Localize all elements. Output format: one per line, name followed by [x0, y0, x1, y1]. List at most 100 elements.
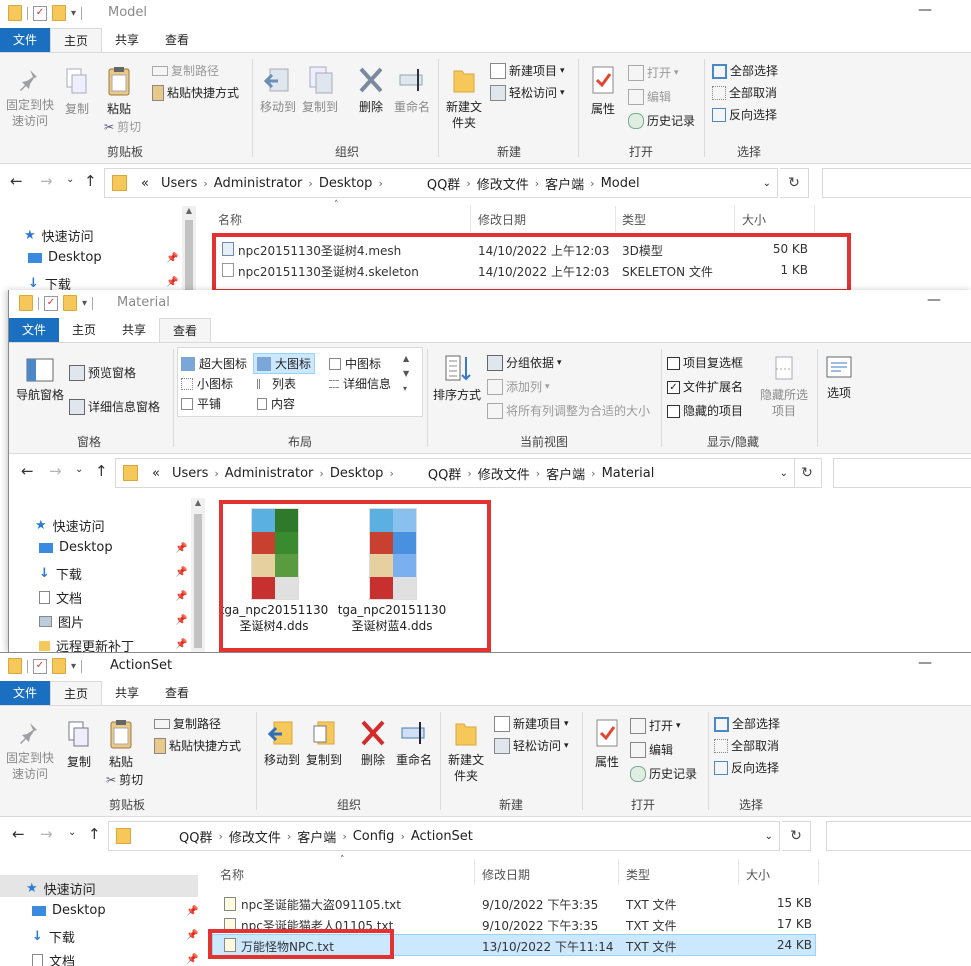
nav-remote-update[interactable]: 远程更新补丁	[39, 636, 134, 652]
cut-button[interactable]: ✂ 剪切	[106, 770, 143, 790]
group-by-button[interactable]: 分组依据 ▾	[487, 353, 562, 373]
customize-dropdown-icon[interactable]: ▾	[71, 8, 76, 19]
breadcrumb[interactable]: QQ群 › 修改文件 › 客户端 › Config › ActionSet ⌄	[108, 821, 780, 851]
item-checkboxes-toggle[interactable]: 项目复选框	[667, 353, 743, 373]
layout-content[interactable]: 内容	[257, 395, 295, 412]
tab-view[interactable]: 查看	[159, 318, 212, 342]
properties-check-icon[interactable]: ✓	[44, 295, 58, 311]
open-button[interactable]: 打开 ▾	[628, 63, 679, 83]
minimize-button[interactable]: —	[918, 655, 932, 671]
breadcrumb[interactable]: « Users › Administrator › Desktop › QQ群 › 修改…	[115, 458, 795, 488]
layout-tiles[interactable]: 平铺	[181, 395, 221, 412]
paste-button[interactable]: 粘贴	[102, 718, 140, 770]
layout-large-icons[interactable]: 大图标	[253, 353, 316, 374]
new-folder-icon[interactable]	[63, 295, 77, 311]
minimize-button[interactable]: —	[918, 2, 932, 18]
refresh-button[interactable]: ↻	[780, 168, 809, 198]
edit-button[interactable]: 编辑	[628, 87, 671, 107]
preview-pane-button[interactable]: 预览窗格	[69, 363, 136, 383]
history-button[interactable]: 历史记录	[628, 111, 695, 131]
refresh-button[interactable]: ↻	[782, 821, 811, 851]
tab-home[interactable]: 主页	[50, 28, 103, 52]
properties-button[interactable]: 属性	[586, 65, 620, 117]
paste-button[interactable]: 粘贴	[100, 65, 138, 117]
delete-button[interactable]: 删除	[354, 65, 388, 115]
gallery-scroll-icon[interactable]: ▲ ▼ ▾	[403, 351, 409, 396]
refresh-button[interactable]: ↻	[793, 458, 822, 488]
customize-dropdown-icon[interactable]: ▾	[71, 661, 76, 672]
column-date[interactable]: 修改日期	[482, 866, 530, 883]
search-input[interactable]	[822, 168, 971, 198]
new-folder-button[interactable]: 新建文件夹	[444, 65, 484, 131]
search-input[interactable]	[833, 458, 971, 488]
open-button[interactable]: 打开 ▾	[630, 716, 681, 736]
invert-selection-button[interactable]: 反向选择	[714, 758, 779, 778]
column-size[interactable]: 大小	[746, 866, 770, 883]
search-input[interactable]	[826, 821, 971, 851]
properties-check-icon[interactable]: ✓	[33, 658, 47, 674]
copy-to-button[interactable]: 复制到	[300, 65, 340, 115]
back-button[interactable]: ←	[10, 172, 23, 190]
select-none-button[interactable]: 全部取消	[714, 736, 779, 756]
tab-file[interactable]: 文件	[0, 681, 51, 705]
copy-button[interactable]: 复制	[60, 67, 94, 117]
breadcrumb[interactable]: « Users › Administrator › Desktop › QQ群 › 修改…	[104, 168, 778, 198]
copy-to-button[interactable]: 复制到	[304, 718, 344, 768]
tab-home[interactable]: 主页	[59, 318, 109, 342]
nav-downloads[interactable]: ↓ 下载	[32, 927, 75, 946]
select-none-button[interactable]: 全部取消	[712, 83, 777, 103]
up-button[interactable]: ↑	[95, 462, 108, 480]
layout-xl-icons[interactable]: 超大图标	[181, 355, 247, 372]
tab-home[interactable]: 主页	[50, 681, 103, 705]
paste-shortcut-button[interactable]: 粘贴快捷方式	[152, 83, 239, 103]
back-button[interactable]: ←	[21, 462, 34, 480]
easy-access-button[interactable]: 轻松访问 ▾	[490, 83, 565, 103]
forward-button[interactable]: →	[40, 172, 53, 190]
layout-medium-icons[interactable]: 中图标	[329, 355, 381, 372]
properties-button[interactable]: 属性	[590, 718, 624, 770]
nav-pictures[interactable]: 图片	[39, 612, 84, 631]
nav-desktop[interactable]: Desktop	[28, 250, 102, 265]
delete-button[interactable]: 删除	[356, 718, 390, 768]
fit-columns-button[interactable]: 将所有列调整为合适的大小	[487, 401, 650, 421]
tab-share[interactable]: 共享	[102, 28, 152, 52]
nav-desktop[interactable]: Desktop	[32, 903, 106, 918]
nav-desktop[interactable]: Desktop	[39, 540, 113, 555]
move-to-button[interactable]: 移动到	[258, 65, 298, 115]
column-date[interactable]: 修改日期	[478, 211, 526, 228]
options-button[interactable]: 选项	[821, 355, 857, 401]
customize-dropdown-icon[interactable]: ▾	[82, 298, 87, 309]
nav-scrollbar[interactable]: ▲	[191, 498, 205, 652]
invert-selection-button[interactable]: 反向选择	[712, 105, 777, 125]
nav-documents[interactable]: 文档	[32, 951, 75, 966]
forward-button[interactable]: →	[40, 825, 53, 843]
copy-path-button[interactable]: 复制路径	[154, 714, 221, 734]
pin-quick-access-button[interactable]: 固定到快速访问	[4, 67, 56, 129]
add-columns-button[interactable]: 添加列 ▾	[487, 377, 550, 397]
up-button[interactable]: ↑	[88, 825, 101, 843]
tab-view[interactable]: 查看	[152, 681, 202, 705]
tab-share[interactable]: 共享	[109, 318, 159, 342]
column-type[interactable]: 类型	[622, 211, 646, 228]
select-all-button[interactable]: 全部选择	[712, 61, 778, 81]
column-name[interactable]: 名称	[220, 866, 244, 883]
hidden-items-toggle[interactable]: 隐藏的项目	[667, 401, 743, 421]
new-folder-icon[interactable]	[52, 658, 66, 674]
minimize-button[interactable]: —	[927, 292, 941, 308]
new-folder-icon[interactable]	[52, 5, 66, 21]
copy-button[interactable]: 复制	[62, 720, 96, 770]
copy-path-button[interactable]: 复制路径	[152, 61, 219, 81]
new-folder-button[interactable]: 新建文件夹	[446, 718, 486, 784]
history-button[interactable]: 历史记录	[630, 764, 697, 784]
tab-file[interactable]: 文件	[9, 318, 60, 342]
cut-button[interactable]: ✂ 剪切	[104, 117, 141, 137]
nav-quick-access[interactable]: ★ 快速访问	[24, 226, 94, 245]
rename-button[interactable]: 重命名	[394, 718, 434, 768]
nav-documents[interactable]: 文档	[39, 588, 82, 607]
properties-check-icon[interactable]: ✓	[33, 5, 47, 21]
sort-by-button[interactable]: 排序方式	[431, 353, 483, 403]
select-all-button[interactable]: 全部选择	[714, 714, 780, 734]
nav-scrollbar[interactable]: ▲	[182, 206, 196, 292]
pin-quick-access-button[interactable]: 固定到快速访问	[4, 720, 56, 782]
hide-selected-button[interactable]: 隐藏所选项目	[759, 355, 809, 419]
